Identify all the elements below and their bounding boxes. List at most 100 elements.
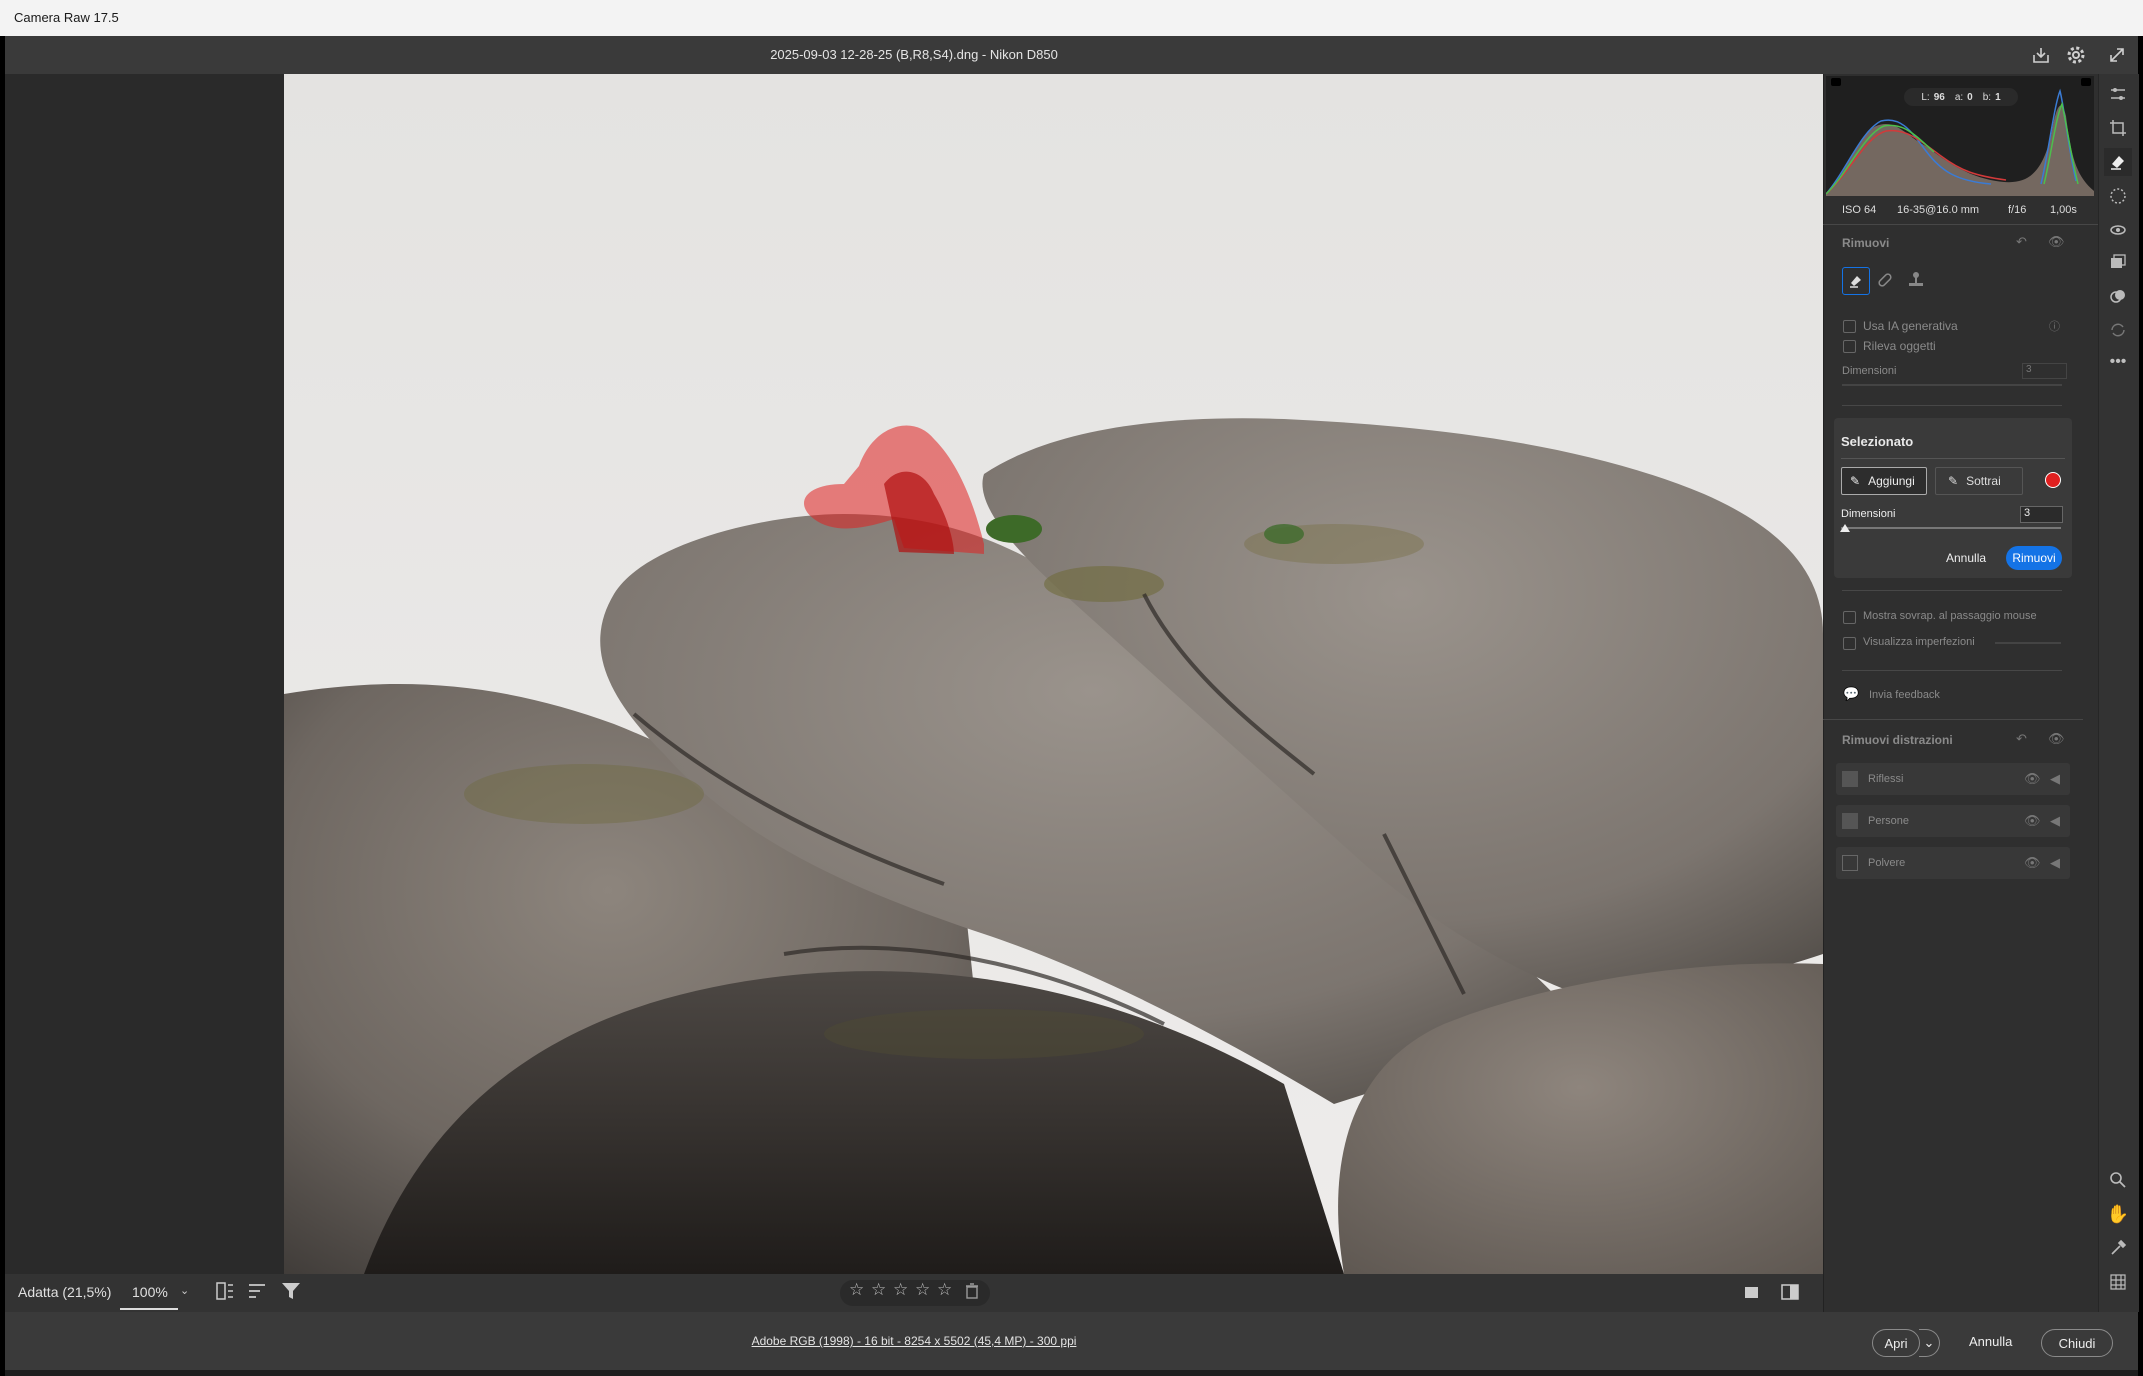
divider (1841, 458, 2065, 459)
trash-icon[interactable] (965, 1283, 979, 1304)
filter-icon[interactable] (280, 1280, 302, 1307)
edit-sliders-icon[interactable] (2104, 80, 2132, 108)
sync-icon[interactable] (2104, 316, 2132, 344)
subtract-brush-icon: ✎ (1948, 474, 1959, 488)
lab-a-value: 0 (1967, 91, 1973, 103)
people-icon (1842, 813, 1858, 829)
feedback-icon[interactable]: 💬 (1843, 686, 1859, 702)
use-ai-label: Usa IA generativa (1863, 319, 1958, 333)
selected-cancel-button[interactable]: Annulla (1946, 551, 1986, 565)
lab-a-label: a: (1954, 91, 1964, 103)
remove-section-title: Rimuovi (1842, 236, 1890, 250)
filmstrip-toggle-icon[interactable] (215, 1280, 235, 1307)
presets-icon[interactable] (2104, 282, 2132, 310)
crop-icon[interactable] (2104, 114, 2132, 142)
selected-size-label: Dimensioni (1841, 508, 1896, 520)
highlight-clipping-icon[interactable] (2081, 78, 2091, 86)
single-view-icon[interactable] (1742, 1282, 1762, 1307)
hand-icon[interactable]: ✋ (2104, 1200, 2132, 1228)
sort-icon[interactable] (246, 1280, 268, 1307)
visualize-slider[interactable] (1995, 642, 2061, 644)
snapshots-icon[interactable] (2104, 248, 2132, 276)
gear-icon[interactable] (2063, 42, 2089, 68)
open-button[interactable]: Apri (1872, 1329, 1920, 1357)
add-brush-label: Aggiungi (1868, 474, 1915, 488)
zoom-fit-button[interactable]: Adatta (21,5%) (18, 1284, 111, 1300)
subtract-brush-button[interactable]: ✎ Sottrai (1935, 467, 2023, 495)
size-input[interactable]: 3 (2022, 363, 2067, 379)
lab-readout: L: 96 a: 0 b: 1 (1904, 88, 2018, 106)
feedback-link[interactable]: Invia feedback (1869, 689, 1940, 701)
distraction-label: Riflessi (1868, 773, 1904, 785)
divider (1842, 590, 2062, 591)
image-canvas[interactable] (284, 74, 1823, 1274)
visualize-checkbox[interactable] (1843, 637, 1856, 650)
subtract-brush-label: Sottrai (1966, 474, 2001, 488)
shadow-clipping-icon[interactable] (1831, 78, 1841, 86)
eyedropper-icon[interactable] (2104, 1234, 2132, 1262)
apply-remove-button[interactable]: Rimuovi (2006, 546, 2062, 570)
zoom-level-button[interactable]: 100% (132, 1284, 168, 1300)
chevron-down-icon[interactable]: ⌄ (180, 1284, 189, 1297)
expand-icon[interactable] (2104, 42, 2130, 68)
cancel-button[interactable]: Annulla (1969, 1334, 2012, 1349)
distractions-reset-icon[interactable]: ↶ (2016, 731, 2027, 747)
close-button[interactable]: Chiudi (2041, 1329, 2113, 1357)
rating-star-1[interactable]: ☆ (849, 1280, 864, 1300)
use-ai-checkbox[interactable] (1843, 320, 1856, 333)
workflow-options-link[interactable]: Adobe RGB (1998) - 16 bit - 8254 x 5502 … (0, 1334, 1828, 1348)
overlay-color-swatch[interactable] (2045, 472, 2061, 488)
lab-b-label: b: (1982, 91, 1992, 103)
selected-size-slider[interactable] (1841, 527, 2061, 529)
lab-l-label: L: (1921, 91, 1930, 103)
zoom-active-indicator (120, 1308, 178, 1310)
size-slider[interactable] (1842, 384, 2062, 386)
more-options-icon[interactable]: ••• (2104, 348, 2132, 376)
eye-icon[interactable]: 👁 (2024, 771, 2041, 787)
app-title: Camera Raw 17.5 (14, 10, 119, 25)
dust-icon (1842, 855, 1858, 871)
distractions-title: Rimuovi distrazioni (1842, 733, 1953, 747)
info-icon[interactable]: ⓘ (2049, 318, 2060, 334)
heal-tool-icon[interactable] (1875, 270, 1895, 295)
distraction-label: Polvere (1868, 857, 1906, 869)
zoom-icon[interactable] (2104, 1166, 2132, 1194)
remove-tool-icon[interactable] (1842, 267, 1870, 295)
distractions-eye-icon[interactable]: 👁 (2048, 731, 2065, 747)
filmstrip-panel (5, 74, 284, 1274)
rating-star-4[interactable]: ☆ (915, 1280, 930, 1300)
aperture-value: f/16 (2008, 204, 2027, 216)
photo-preview[interactable] (284, 74, 1823, 1274)
chevron-left-icon[interactable]: ◀ (2050, 813, 2060, 829)
slider-thumb[interactable] (1840, 524, 1850, 532)
divider (1842, 670, 2062, 671)
before-after-icon[interactable] (1780, 1282, 1800, 1307)
add-brush-icon: ✎ (1850, 474, 1861, 488)
chevron-left-icon[interactable]: ◀ (2050, 771, 2060, 787)
download-icon[interactable] (2028, 42, 2054, 68)
red-eye-icon[interactable] (2104, 216, 2132, 244)
reflections-icon (1842, 771, 1858, 787)
show-overlay-label: Mostra sovrap. al passaggio mouse (1863, 610, 2037, 622)
rating-star-2[interactable]: ☆ (871, 1280, 886, 1300)
window-title-bar (0, 0, 2143, 37)
eye-icon[interactable]: 👁 (2024, 813, 2041, 829)
rating-star-3[interactable]: ☆ (893, 1280, 908, 1300)
mask-icon[interactable] (2104, 182, 2132, 210)
add-brush-button[interactable]: ✎ Aggiungi (1841, 467, 1927, 495)
detect-objects-checkbox[interactable] (1843, 340, 1856, 353)
rating-star-5[interactable]: ☆ (937, 1280, 952, 1300)
detect-objects-label: Rileva oggetti (1863, 339, 1936, 353)
eye-icon[interactable]: 👁 (2048, 234, 2065, 250)
eye-icon[interactable]: 👁 (2024, 855, 2041, 871)
reset-icon[interactable]: ↶ (2016, 234, 2027, 250)
iso-value: ISO 64 (1842, 204, 1877, 216)
chevron-left-icon[interactable]: ◀ (2050, 855, 2060, 871)
clone-stamp-icon[interactable] (1906, 270, 1926, 295)
selected-size-input[interactable]: 3 (2020, 506, 2063, 523)
eraser-icon[interactable] (2104, 148, 2132, 176)
grid-icon[interactable] (2104, 1268, 2132, 1296)
divider (1842, 405, 2062, 406)
divider (1823, 719, 2083, 720)
show-overlay-checkbox[interactable] (1843, 611, 1856, 624)
